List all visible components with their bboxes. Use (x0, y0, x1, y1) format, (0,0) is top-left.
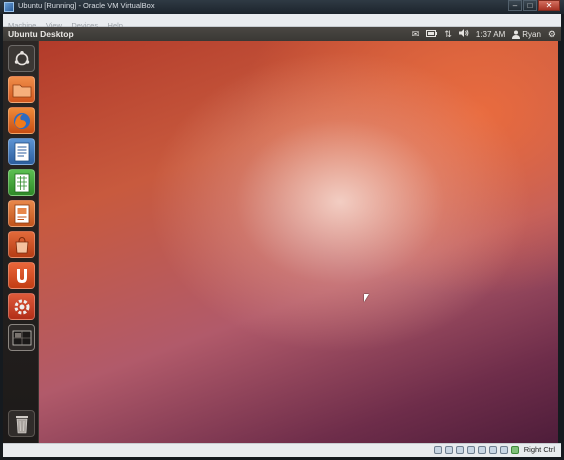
trash-icon (15, 415, 28, 433)
envelope-icon[interactable]: ✉ (412, 28, 420, 40)
launcher-system-settings[interactable] (8, 293, 35, 320)
ubuntu-logo-icon (14, 50, 29, 65)
launcher-firefox[interactable] (8, 107, 35, 134)
network-arrows-icon[interactable]: ⇅ (444, 28, 452, 40)
host-key-label: Right Ctrl (523, 445, 555, 454)
capture-icon[interactable] (511, 446, 519, 454)
window-title: Ubuntu [Running] - Oracle VM VirtualBox (18, 1, 155, 10)
battery-icon[interactable] (426, 28, 438, 40)
optical-drive-icon[interactable] (445, 446, 453, 454)
folder-icon (12, 84, 31, 97)
audio-icon[interactable] (456, 446, 464, 454)
usb-icon[interactable] (478, 446, 486, 454)
panel-title: Ubuntu Desktop (8, 29, 74, 39)
launcher-libreoffice-writer[interactable] (8, 138, 35, 165)
unity-launcher (3, 41, 39, 443)
vm-menu-bar: Machine View Devices Help (3, 14, 561, 30)
settings-wrench-icon (14, 299, 29, 314)
launcher-libreoffice-impress[interactable] (8, 200, 35, 227)
launcher-libreoffice-calc[interactable] (8, 169, 35, 196)
launcher-workspace-switcher[interactable] (8, 324, 35, 351)
hard-disk-icon[interactable] (434, 446, 442, 454)
calc-spreadsheet-icon (14, 173, 29, 192)
launcher-ubuntu-one[interactable] (8, 262, 35, 289)
network-icon[interactable] (467, 446, 475, 454)
user-name: Ryan (522, 29, 541, 39)
vm-status-bar: Right Ctrl (3, 443, 561, 457)
software-center-bag-icon (15, 236, 28, 253)
desktop-wallpaper[interactable] (39, 41, 558, 443)
launcher-trash[interactable] (8, 410, 35, 437)
display-icon[interactable] (500, 446, 508, 454)
virtualbox-window: Ubuntu [Running] - Oracle VM VirtualBox … (0, 0, 564, 460)
minimize-button[interactable]: – (508, 0, 522, 11)
window-title-bar[interactable]: Ubuntu [Running] - Oracle VM VirtualBox … (0, 0, 564, 14)
user-menu[interactable]: Ryan (512, 30, 541, 39)
clock[interactable]: 1:37 AM (476, 30, 505, 39)
mouse-cursor (364, 294, 369, 302)
speaker-icon[interactable] (458, 28, 469, 40)
virtualbox-icon (4, 2, 14, 12)
launcher-ubuntu-home[interactable] (8, 45, 35, 72)
indicator-area: ✉ ⇅ 1:37 AM Ryan ⚙ (412, 28, 556, 40)
window-controls: – □ ✕ (508, 0, 560, 12)
device-status-icons (434, 446, 519, 454)
gear-icon[interactable]: ⚙ (548, 28, 556, 40)
impress-presentation-icon (14, 204, 29, 223)
close-button[interactable]: ✕ (538, 0, 560, 11)
ubuntu-one-icon (16, 268, 27, 283)
user-icon (512, 30, 521, 39)
writer-document-icon (14, 142, 29, 161)
ubuntu-top-panel: Ubuntu Desktop ✉ ⇅ 1:37 AM Ryan ⚙ (3, 27, 561, 41)
shared-folder-icon[interactable] (489, 446, 497, 454)
firefox-icon (13, 112, 30, 129)
launcher-home-folder[interactable] (8, 76, 35, 103)
workspace-icon (12, 330, 31, 345)
maximize-button[interactable]: □ (523, 0, 537, 11)
launcher-software-center[interactable] (8, 231, 35, 258)
